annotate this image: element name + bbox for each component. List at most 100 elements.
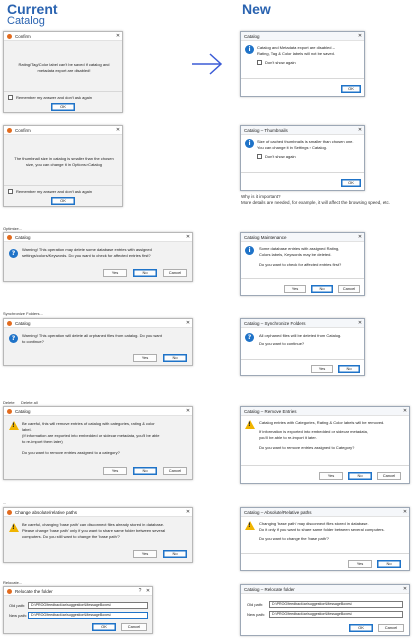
no-button[interactable]: No xyxy=(163,550,187,558)
cancel-button[interactable]: Cancel xyxy=(377,472,401,480)
cancel-button[interactable]: Cancel xyxy=(338,285,360,293)
dialog-title: Catalog xyxy=(15,234,31,240)
close-icon[interactable]: ✕ xyxy=(356,126,364,135)
dialog-title: Confirm xyxy=(15,33,31,39)
message-line: The thumbnail size in catalog is smaller… xyxy=(14,156,114,161)
cancel-button[interactable]: Cancel xyxy=(378,624,404,632)
dont-show-checkbox[interactable]: Don't show again xyxy=(257,60,296,65)
message-line: Do you want to remove entries assigned t… xyxy=(259,445,355,450)
close-icon[interactable]: ✕ xyxy=(114,126,122,135)
no-button[interactable]: No xyxy=(163,354,187,362)
titlebar: Relocate the folder ? ✕ xyxy=(4,587,152,596)
yes-button[interactable]: Yes xyxy=(284,285,306,293)
no-button[interactable]: No xyxy=(311,285,333,293)
warning-icon: ! xyxy=(9,523,19,532)
titlebar: Change absolute/relative paths ✕ xyxy=(4,508,192,517)
ok-button[interactable]: OK xyxy=(341,179,361,187)
app-icon xyxy=(7,588,12,594)
info-icon: i xyxy=(245,246,254,255)
ok-button[interactable]: OK xyxy=(51,197,75,205)
message-line: Catalog and Metadata export are disabled… xyxy=(257,45,335,50)
yes-button[interactable]: Yes xyxy=(133,354,157,362)
checkbox-box[interactable] xyxy=(8,189,13,194)
new-path-input[interactable]: D:\PROG\feedback\ar\suggestion\MessageBo… xyxy=(28,612,148,619)
warning-icon: ! xyxy=(245,521,255,530)
message-line: settings/colors/Keywords. Do you want to… xyxy=(22,253,151,258)
old-path-input[interactable]: D:\PROG\feedback\ar\suggestion\MessageBo… xyxy=(269,601,403,608)
message-line: computers. Do you still want to change t… xyxy=(22,534,120,539)
checkbox-box[interactable] xyxy=(257,60,262,65)
close-icon[interactable]: ✕ xyxy=(401,585,409,594)
ok-button[interactable]: OK xyxy=(341,85,361,93)
close-icon[interactable]: ✕ xyxy=(184,319,192,328)
old-path-label: Old path: xyxy=(247,602,264,607)
close-icon[interactable]: ✕ xyxy=(401,508,409,517)
cancel-button[interactable]: Cancel xyxy=(121,623,147,631)
remember-checkbox[interactable]: Remember my answer and don't ask again xyxy=(8,189,92,194)
divider xyxy=(241,359,364,360)
checkbox-box[interactable] xyxy=(257,154,262,159)
dialog-title: Catalog xyxy=(15,320,31,326)
close-icon[interactable]: ✕ xyxy=(184,233,192,242)
new-heading: New xyxy=(242,1,271,17)
no-button[interactable]: No xyxy=(338,365,360,373)
yes-button[interactable]: Yes xyxy=(319,472,343,480)
paths-caption: ... xyxy=(3,500,7,505)
dialog-title: Catalog xyxy=(15,408,31,414)
old-path-input[interactable]: D:\PROG\feedback\ar\suggestion\MessageBo… xyxy=(28,602,148,609)
old-path-label: Old path: xyxy=(9,603,26,608)
checkbox-label: Don't show again xyxy=(265,60,296,65)
optimize-dialog-new: Catalog Maintenance ✕ i Some database en… xyxy=(240,232,365,296)
no-button[interactable]: No xyxy=(377,560,401,568)
checkbox-box[interactable] xyxy=(8,95,13,100)
message-line: Catalog entries with Categories, Rating … xyxy=(259,420,385,425)
close-icon[interactable]: ✕ xyxy=(114,32,122,41)
checkbox-label: Don't show again xyxy=(265,154,296,159)
sync-dialog-old: Catalog ✕ ? Warning! This operation will… xyxy=(3,318,193,366)
ok-button[interactable]: OK xyxy=(51,103,75,111)
dialog-title: Catalog – Thumbnails xyxy=(244,127,288,133)
no-button[interactable]: No xyxy=(133,467,157,475)
close-icon[interactable]: ✕ xyxy=(356,32,364,41)
help-icon[interactable]: ? xyxy=(136,587,144,596)
dialog-title: Relocate the folder xyxy=(15,588,53,594)
relocate-caption: Relocate... xyxy=(3,580,23,585)
titlebar: Catalog ✕ xyxy=(4,233,192,242)
message-line: Do you want to change the 'base path'? xyxy=(259,536,330,541)
dont-show-checkbox[interactable]: Don't show again xyxy=(257,154,296,159)
no-button[interactable]: No xyxy=(133,269,157,277)
yes-button[interactable]: Yes xyxy=(348,560,372,568)
question-icon: ? xyxy=(9,249,18,258)
close-icon[interactable]: ✕ xyxy=(356,233,364,242)
message-line: Be careful, changing 'base path' can dis… xyxy=(22,522,165,527)
message-line: you'll be able to re-import it later. xyxy=(259,435,317,440)
message-line: Be careful, this will remove entries of … xyxy=(22,421,155,426)
remove-dialog-old: Catalog ✕ ! Be careful, this will remove… xyxy=(3,406,193,480)
no-button[interactable]: No xyxy=(348,472,372,480)
titlebar: Catalog ✕ xyxy=(4,407,192,416)
dialog-title: Catalog Maintenance xyxy=(244,234,287,240)
close-icon[interactable]: ✕ xyxy=(356,319,364,328)
cancel-button[interactable]: Cancel xyxy=(163,269,187,277)
confirm-dialog-old: Confirm ✕ Rating/Tag/Color label can't b… xyxy=(3,31,123,113)
remember-checkbox[interactable]: Remember my answer and don't ask again xyxy=(8,95,92,100)
ok-button[interactable]: OK xyxy=(92,623,116,631)
close-icon[interactable]: ✕ xyxy=(184,508,192,517)
message-line: Warning! This operation may delete some … xyxy=(22,247,152,252)
app-icon xyxy=(7,320,12,326)
yes-button[interactable]: Yes xyxy=(133,550,157,558)
app-icon xyxy=(7,509,12,515)
ok-button[interactable]: OK xyxy=(349,624,373,632)
close-icon[interactable]: ✕ xyxy=(144,587,152,596)
yes-button[interactable]: Yes xyxy=(103,269,127,277)
close-icon[interactable]: ✕ xyxy=(184,407,192,416)
close-icon[interactable]: ✕ xyxy=(401,407,409,416)
message-line: Size of cached thumbnails is smaller tha… xyxy=(257,139,354,144)
paths-dialog-new: Catalog – Absolute/Relative paths ✕ ! Ch… xyxy=(240,507,410,571)
optimize-caption: Optimize... xyxy=(3,226,23,231)
cancel-button[interactable]: Cancel xyxy=(163,467,187,475)
new-path-input[interactable]: D:\PROG\feedback\ar\suggestion\MessageBo… xyxy=(269,611,403,618)
yes-button[interactable]: Yes xyxy=(311,365,333,373)
yes-button[interactable]: Yes xyxy=(103,467,127,475)
titlebar: Catalog – Absolute/Relative paths ✕ xyxy=(241,508,409,517)
